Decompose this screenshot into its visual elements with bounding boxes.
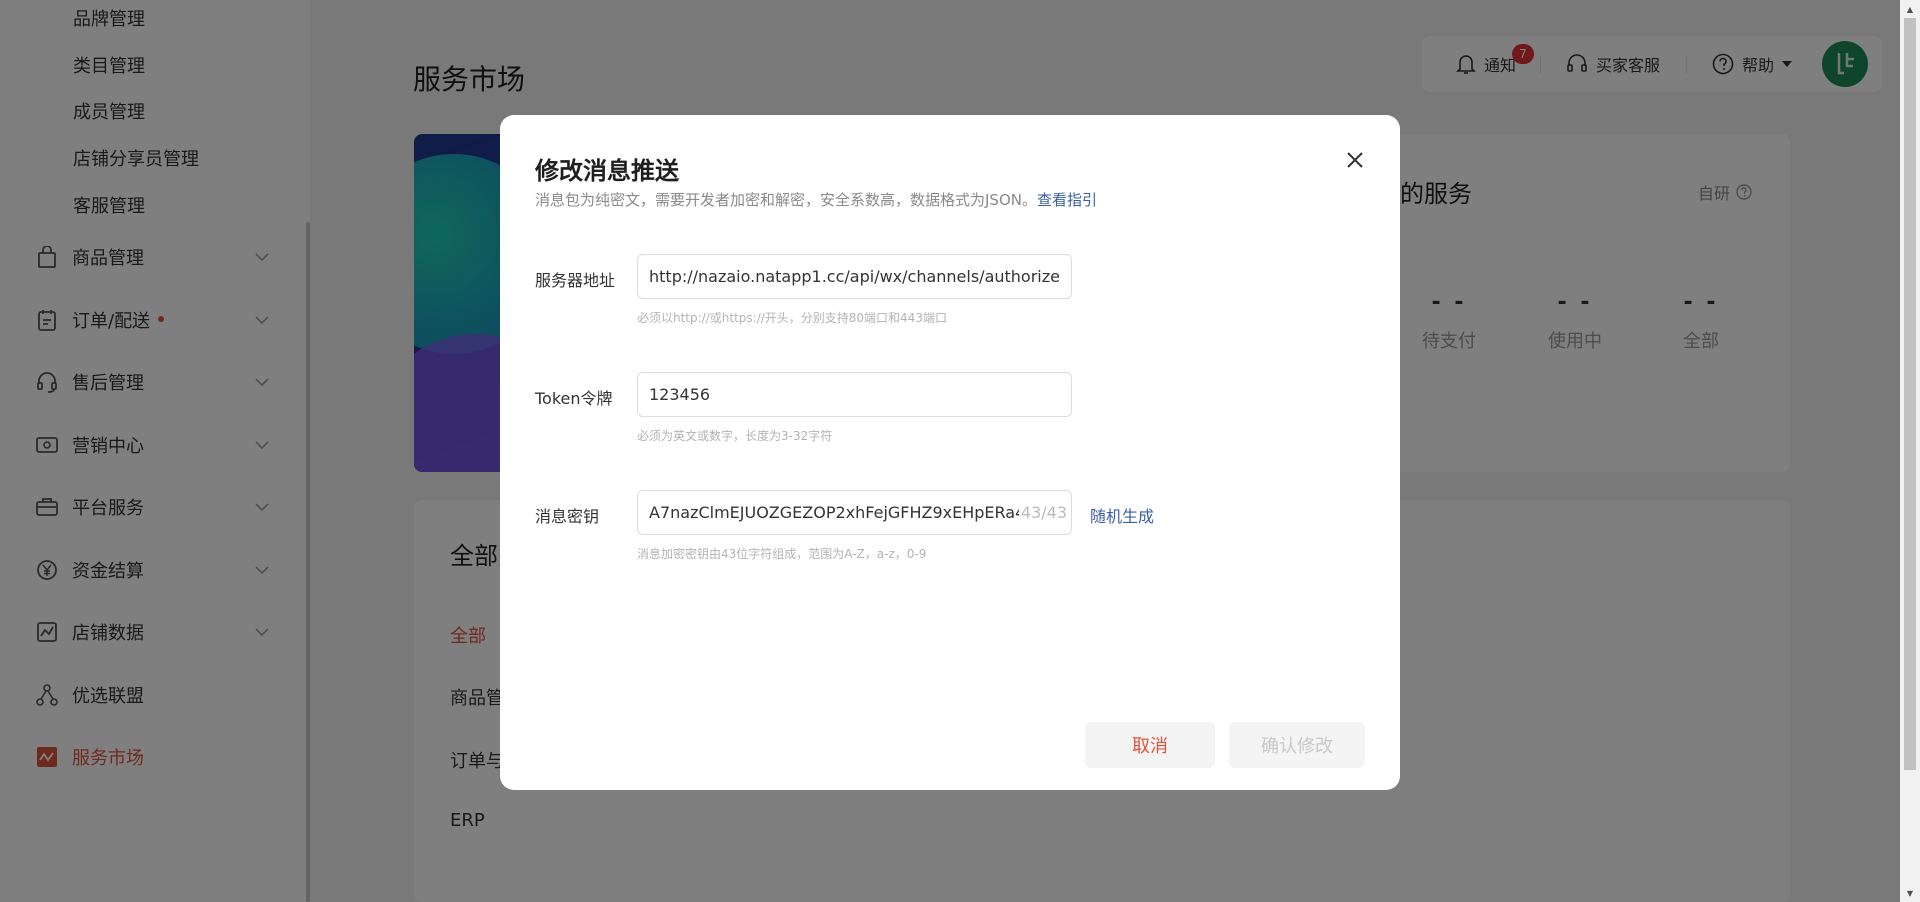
scroll-thumb[interactable] [1904, 18, 1916, 770]
char-counter: 43/43 [1020, 503, 1067, 522]
scroll-down-arrow[interactable]: ▼ [1904, 887, 1916, 899]
edit-message-push-dialog: 修改消息推送 消息包为纯密文，需要开发者加密和解密，安全系数高，数据格式为JSO… [500, 115, 1400, 790]
server-url-label: 服务器地址 [535, 271, 616, 290]
encoding-key-label: 消息密钥 [535, 507, 600, 526]
token-hint: 必须为英文或数字，长度为3-32字符 [637, 429, 833, 443]
cancel-button[interactable]: 取消 [1085, 722, 1215, 768]
description-text: 消息包为纯密文，需要开发者加密和解密，安全系数高，数据格式为JSON。 [535, 191, 1037, 209]
encoding-key-hint: 消息加密密钥由43位字符组成，范围为A-Z，a-z，0-9 [637, 547, 927, 561]
random-generate-link[interactable]: 随机生成 [1090, 503, 1154, 527]
close-icon [1347, 152, 1363, 168]
page-scrollbar[interactable]: ▲ ▼ [1900, 0, 1920, 902]
scroll-up-arrow[interactable]: ▲ [1904, 3, 1916, 15]
confirm-button[interactable]: 确认修改 [1229, 722, 1365, 768]
server-url-hint: 必须以http://或https://开头，分别支持80端口和443端口 [637, 311, 947, 325]
server-url-input[interactable] [637, 254, 1072, 299]
close-button[interactable] [1342, 147, 1368, 173]
view-guide-link[interactable]: 查看指引 [1037, 191, 1097, 209]
dialog-description: 消息包为纯密文，需要开发者加密和解密，安全系数高，数据格式为JSON。查看指引 [535, 189, 1097, 210]
token-label: Token令牌 [535, 389, 613, 408]
token-input[interactable] [637, 372, 1072, 417]
encoding-key-input[interactable]: A7nazClmEJUOZGEZOP2xhFejGFHZ9xEHpERa4ID … [637, 490, 1072, 535]
dialog-title: 修改消息推送 [535, 157, 679, 185]
encoding-key-value: A7nazClmEJUOZGEZOP2xhFejGFHZ9xEHpERa4ID [649, 503, 1019, 522]
